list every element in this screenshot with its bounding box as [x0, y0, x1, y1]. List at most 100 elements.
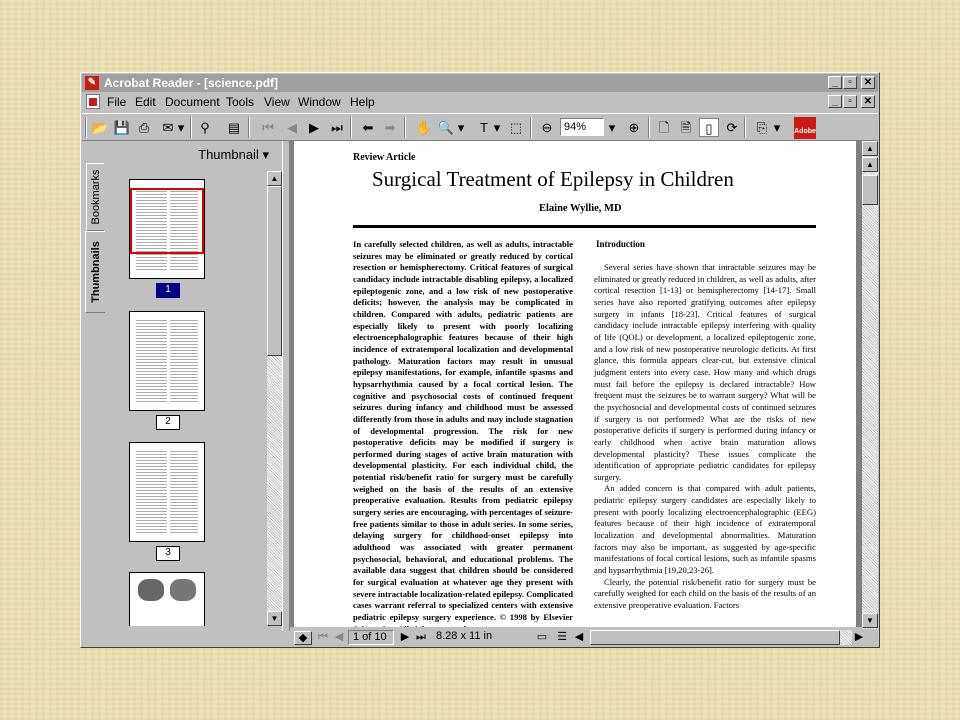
scroll-up-button[interactable]: ▲: [267, 171, 282, 186]
view-area-rectangle[interactable]: [130, 188, 204, 254]
previous-page-icon[interactable]: ◀: [282, 118, 302, 137]
tab-bookmarks[interactable]: Bookmarks: [86, 163, 104, 231]
acrobat-app-icon: ✎: [85, 76, 99, 90]
pane-splitter[interactable]: [282, 141, 290, 631]
intro-paragraph: An added concern is that compared with a…: [594, 483, 816, 576]
text-tool-dropdown-icon[interactable]: ▾: [492, 118, 502, 137]
go-forward-icon[interactable]: ➡: [380, 118, 400, 137]
open-icon[interactable]: 📂: [90, 118, 110, 137]
scroll-down-button[interactable]: ▼: [267, 611, 282, 626]
menu-view[interactable]: View: [264, 95, 290, 109]
thumbnail-list: 1 2 3: [109, 171, 267, 626]
doc-minimize-button[interactable]: _: [828, 95, 842, 108]
last-page-icon[interactable]: ⏭: [414, 631, 428, 644]
save-icon[interactable]: 💾: [112, 118, 132, 137]
first-page-icon[interactable]: ⏮: [316, 631, 330, 644]
introduction-text: Several series have shown that intractab…: [594, 262, 816, 612]
menu-tools[interactable]: Tools: [226, 95, 254, 109]
abstract-text: In carefully selected children, as well …: [353, 239, 573, 627]
continuous-icon[interactable]: ☰: [554, 631, 570, 644]
doc-maximize-button[interactable]: ▫: [843, 95, 857, 108]
toolbar-separator: [404, 117, 406, 138]
close-button[interactable]: ✕: [861, 76, 875, 89]
title-bar[interactable]: ✎ Acrobat Reader - [science.pdf] _ ▫ ✕: [82, 74, 878, 92]
toolbar-separator: [248, 117, 250, 138]
email-dropdown-icon[interactable]: ▾: [176, 118, 186, 137]
fit-in-window-icon[interactable]: 🗎: [676, 118, 696, 137]
thumbnail-page-number[interactable]: 2: [156, 415, 180, 430]
tab-thumbnails[interactable]: Thumbnails: [85, 231, 105, 313]
tab-bookmarks-label: Bookmarks: [89, 169, 102, 225]
scroll-thumb[interactable]: [267, 186, 282, 356]
thumbnail-page-4[interactable]: [129, 572, 205, 626]
toolbar-separator: [744, 117, 746, 138]
actual-size-icon[interactable]: 🗋: [654, 118, 674, 137]
thumbnail-panel: Thumbnail ▾ 1 2 3 ▲ ▼: [109, 141, 282, 631]
go-back-icon[interactable]: ⬅: [358, 118, 378, 137]
find-icon[interactable]: ⚲: [195, 118, 215, 137]
document-scrollbar[interactable]: ▲ ▲ ▼: [862, 141, 878, 629]
fit-width-icon[interactable]: ▯: [699, 118, 719, 137]
scroll-right-button[interactable]: ▶: [852, 631, 866, 644]
toolbar-separator: [648, 117, 650, 138]
menu-edit[interactable]: Edit: [135, 95, 156, 109]
thumbnail-page-number[interactable]: 3: [156, 546, 180, 561]
zoom-dropdown-icon[interactable]: ▾: [606, 118, 618, 137]
web-capture-icon[interactable]: ⎘: [752, 118, 772, 137]
scroll-left-button[interactable]: ◀: [572, 631, 586, 644]
hand-tool-icon[interactable]: ✋: [414, 118, 434, 137]
last-page-icon[interactable]: ⏭: [327, 118, 347, 137]
single-page-icon[interactable]: ▭: [534, 631, 550, 644]
article-title: Surgical Treatment of Epilepsy in Childr…: [372, 167, 734, 191]
menu-help[interactable]: Help: [350, 95, 375, 109]
text-select-tool-icon[interactable]: T: [474, 118, 494, 137]
scroll-up-button[interactable]: ▲: [862, 157, 878, 172]
document-view: Review Article Surgical Treatment of Epi…: [290, 141, 862, 627]
menu-window[interactable]: Window: [298, 95, 341, 109]
thumbnail-page-3[interactable]: [129, 442, 205, 542]
zoom-out-icon[interactable]: ⊖: [537, 118, 557, 137]
scroll-down-button[interactable]: ▼: [862, 613, 878, 628]
thumbnail-scrollbar[interactable]: ▲ ▼: [267, 171, 282, 626]
toolbar-grip: [85, 117, 87, 138]
document-menu-icon[interactable]: [86, 94, 100, 109]
graphics-select-tool-icon[interactable]: ⬚: [506, 118, 526, 137]
toggle-pane-button[interactable]: ◆: [294, 631, 312, 645]
print-icon[interactable]: ⎙: [134, 118, 154, 137]
navigation-pane: Bookmarks Thumbnails Thumbnail ▾ 1 2 3 ▲…: [82, 141, 282, 631]
pdf-page: Review Article Surgical Treatment of Epi…: [294, 141, 856, 627]
toolbar-separator: [530, 117, 532, 138]
intro-paragraph: Clearly, the potential risk/benefit rati…: [594, 576, 816, 611]
next-page-icon[interactable]: ▶: [304, 118, 324, 137]
adobe-logo-icon[interactable]: Adobe: [794, 117, 816, 139]
maximize-button[interactable]: ▫: [843, 76, 857, 89]
next-page-icon[interactable]: ▶: [398, 631, 412, 644]
scroll-thumb[interactable]: [590, 630, 840, 645]
title-rule: [353, 225, 816, 228]
thumbnail-page-2[interactable]: [129, 311, 205, 411]
toolbar-separator: [350, 117, 352, 138]
thumbnail-menu[interactable]: Thumbnail ▾: [109, 147, 269, 163]
zoom-in-tool-icon[interactable]: 🔍: [436, 118, 456, 137]
thumbnail-page-number[interactable]: 1: [156, 283, 180, 298]
rotate-view-icon[interactable]: ⟳: [722, 118, 742, 137]
menu-file[interactable]: File: [107, 95, 126, 109]
scroll-thumb[interactable]: [862, 175, 878, 205]
show-navigation-pane-icon[interactable]: ▤: [224, 118, 244, 137]
previous-page-icon[interactable]: ◀: [332, 631, 346, 644]
menu-document[interactable]: Document: [165, 95, 220, 109]
page-up-button[interactable]: ▲: [862, 141, 878, 156]
zoom-in-icon[interactable]: ⊕: [624, 118, 644, 137]
minimize-button[interactable]: _: [828, 76, 842, 89]
horizontal-scrollbar[interactable]: [590, 630, 852, 645]
menu-bar: File Edit Document Tools View Window Hel…: [82, 93, 878, 111]
thumbnail-page-1[interactable]: [129, 179, 205, 279]
doc-close-button[interactable]: ✕: [861, 95, 875, 108]
article-type: Review Article: [353, 152, 416, 163]
web-capture-dropdown-icon[interactable]: ▾: [772, 118, 782, 137]
zoom-tool-dropdown-icon[interactable]: ▾: [456, 118, 466, 137]
email-icon[interactable]: ✉: [158, 118, 178, 137]
page-number-field[interactable]: 1 of 10: [348, 630, 394, 645]
zoom-level-field[interactable]: 94%: [560, 118, 604, 136]
first-page-icon[interactable]: ⏮: [258, 118, 278, 137]
